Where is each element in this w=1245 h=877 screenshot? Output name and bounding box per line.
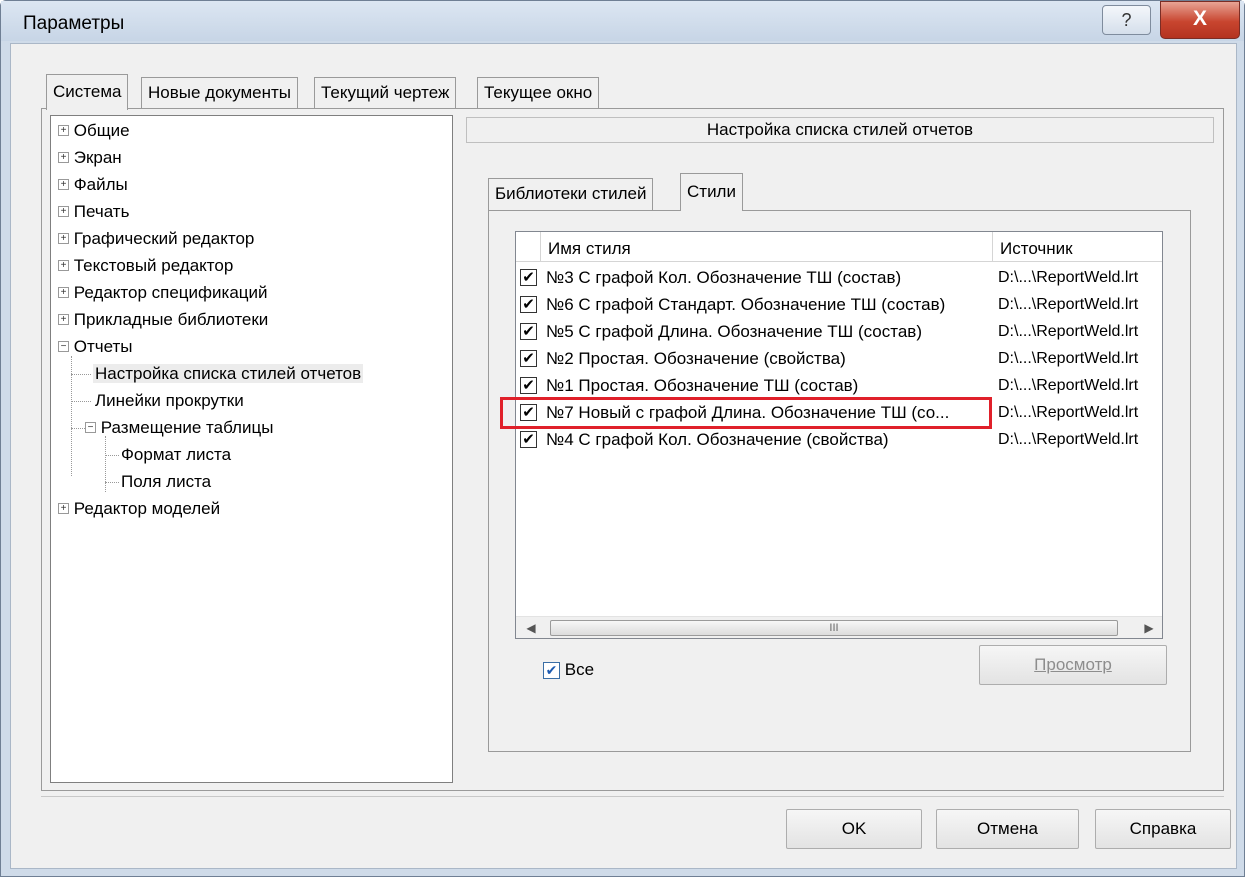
row-checkbox[interactable]: ✔ bbox=[520, 269, 537, 286]
tab-current-window[interactable]: Текущее окно bbox=[477, 77, 600, 109]
list-header: Имя стиля Источник bbox=[516, 232, 1162, 262]
row-checkbox[interactable]: ✔ bbox=[520, 431, 537, 448]
row-checkbox[interactable]: ✔ bbox=[520, 377, 537, 394]
options-dialog: Параметры ? X Система Новые документы Те… bbox=[0, 0, 1245, 877]
close-icon[interactable]: X bbox=[1160, 1, 1240, 39]
tree-item-print[interactable]: + Печать bbox=[58, 199, 129, 225]
expand-icon[interactable]: + bbox=[58, 313, 69, 325]
preview-button[interactable]: Просмотр bbox=[979, 645, 1167, 685]
horizontal-scrollbar[interactable]: ◀ III ▶ bbox=[516, 616, 1162, 638]
expand-icon[interactable]: + bbox=[58, 232, 69, 244]
scroll-thumb[interactable]: III bbox=[550, 620, 1118, 636]
tab-new-documents[interactable]: Новые документы bbox=[141, 77, 299, 109]
tree-item-reports[interactable]: − Отчеты bbox=[58, 334, 133, 360]
tree-item-scrollbars[interactable]: Линейки прокрутки bbox=[95, 388, 244, 414]
tree-item-general[interactable]: + Общие bbox=[58, 118, 130, 144]
column-header-style-name[interactable]: Имя стиля bbox=[540, 232, 992, 262]
expand-icon[interactable]: + bbox=[58, 124, 69, 136]
options-tree[interactable]: + Общие + Экран + Файлы + Печать + Графи… bbox=[50, 115, 453, 783]
tab-system[interactable]: Система bbox=[46, 74, 129, 110]
tree-item-table-placement[interactable]: − Размещение таблицы bbox=[85, 415, 273, 441]
styles-panel: Имя стиля Источник ✔ №3 С графой Кол. Об… bbox=[488, 210, 1191, 752]
list-item[interactable]: ✔ №7 Новый с графой Длина. Обозначение Т… bbox=[500, 397, 1162, 429]
collapse-icon[interactable]: − bbox=[58, 340, 69, 352]
scroll-right-icon[interactable]: ▶ bbox=[1138, 617, 1160, 639]
divider bbox=[41, 796, 1224, 797]
cancel-button[interactable]: Отмена bbox=[936, 809, 1079, 849]
collapse-icon[interactable]: − bbox=[85, 421, 96, 433]
tab-styles[interactable]: Стили bbox=[680, 173, 743, 211]
tab-current-drawing[interactable]: Текущий чертеж bbox=[314, 77, 457, 109]
column-header-source[interactable]: Источник bbox=[992, 232, 1164, 262]
tree-item-report-styles[interactable]: Настройка списка стилей отчетов bbox=[93, 361, 364, 387]
row-checkbox[interactable]: ✔ bbox=[520, 323, 537, 340]
scroll-left-icon[interactable]: ◀ bbox=[520, 617, 542, 639]
styles-list[interactable]: Имя стиля Источник ✔ №3 С графой Кол. Об… bbox=[500, 231, 1163, 639]
tree-item-model-editor[interactable]: + Редактор моделей bbox=[58, 496, 220, 522]
tree-item-screen[interactable]: + Экран bbox=[58, 145, 122, 171]
all-checkbox[interactable]: ✔ Все bbox=[543, 659, 594, 681]
tree-item-spec-editor[interactable]: + Редактор спецификаций bbox=[58, 280, 268, 306]
tab-style-libraries[interactable]: Библиотеки стилей bbox=[488, 178, 654, 210]
window-title: Параметры bbox=[23, 13, 125, 34]
expand-icon[interactable]: + bbox=[58, 259, 69, 271]
row-checkbox[interactable]: ✔ bbox=[520, 296, 537, 313]
tree-item-graphic-editor[interactable]: + Графический редактор bbox=[58, 226, 254, 252]
ok-button[interactable]: OK bbox=[786, 809, 922, 849]
expand-icon[interactable]: + bbox=[58, 286, 69, 298]
tree-item-files[interactable]: + Файлы bbox=[58, 172, 128, 198]
tree-item-sheet-margins[interactable]: Поля листа bbox=[121, 469, 211, 495]
list-item[interactable]: ✔ №3 С графой Кол. Обозначение ТШ (соста… bbox=[516, 264, 1162, 292]
checkbox-check-icon[interactable]: ✔ bbox=[543, 662, 560, 680]
row-checkbox[interactable]: ✔ bbox=[520, 350, 537, 367]
list-item[interactable]: ✔ №6 С графой Стандарт. Обозначение ТШ (… bbox=[516, 291, 1162, 319]
list-item[interactable]: ✔ №5 С графой Длина. Обозначение ТШ (сос… bbox=[516, 318, 1162, 346]
help-button[interactable]: Справка bbox=[1095, 809, 1231, 849]
list-item[interactable]: ✔ №2 Простая. Обозначение (свойства) D:\… bbox=[516, 345, 1162, 373]
tree-item-applied-libraries[interactable]: + Прикладные библиотеки bbox=[58, 307, 268, 333]
expand-icon[interactable]: + bbox=[58, 205, 69, 217]
expand-icon[interactable]: + bbox=[58, 151, 69, 163]
expand-icon[interactable]: + bbox=[58, 502, 69, 514]
tab-panel-system: + Общие + Экран + Файлы + Печать + Графи… bbox=[41, 108, 1224, 791]
row-checkbox[interactable]: ✔ bbox=[520, 404, 537, 421]
tree-item-text-editor[interactable]: + Текстовый редактор bbox=[58, 253, 233, 279]
section-header: Настройка списка стилей отчетов bbox=[466, 117, 1214, 143]
expand-icon[interactable]: + bbox=[58, 178, 69, 190]
list-item[interactable]: ✔ №1 Простая. Обозначение ТШ (состав) D:… bbox=[516, 372, 1162, 400]
help-icon[interactable]: ? bbox=[1102, 5, 1151, 35]
dialog-client-area: Система Новые документы Текущий чертеж Т… bbox=[10, 43, 1237, 869]
title-bar[interactable]: Параметры ? X bbox=[1, 1, 1244, 41]
list-item[interactable]: ✔ №4 С графой Кол. Обозначение (свойства… bbox=[516, 426, 1162, 454]
tree-item-sheet-format[interactable]: Формат листа bbox=[121, 442, 231, 468]
all-checkbox-label: Все bbox=[564, 660, 595, 679]
